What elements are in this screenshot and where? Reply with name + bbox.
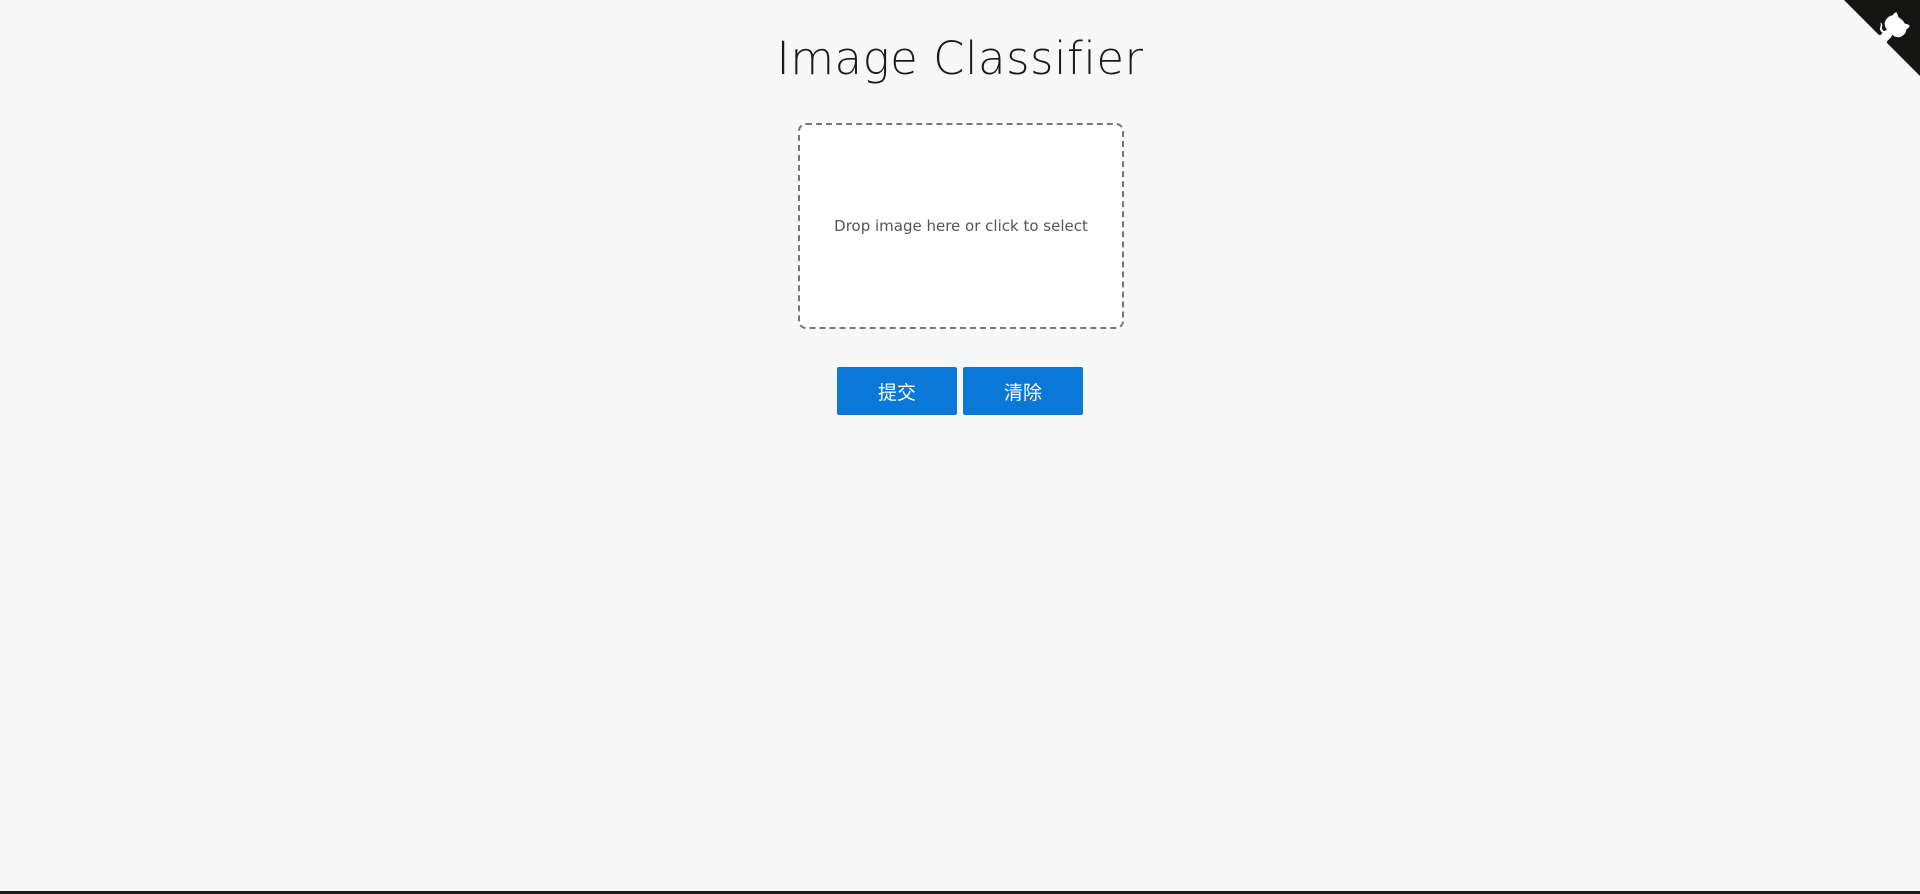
clear-button[interactable]: 清除 [963,367,1083,415]
submit-button[interactable]: 提交 [837,367,957,415]
github-octocat-icon [1844,0,1920,76]
drop-zone-hint: Drop image here or click to select [834,217,1088,235]
github-corner-link[interactable] [1844,0,1920,76]
image-drop-zone[interactable]: Drop image here or click to select [798,123,1124,329]
page-title: Image Classifier [776,32,1144,85]
